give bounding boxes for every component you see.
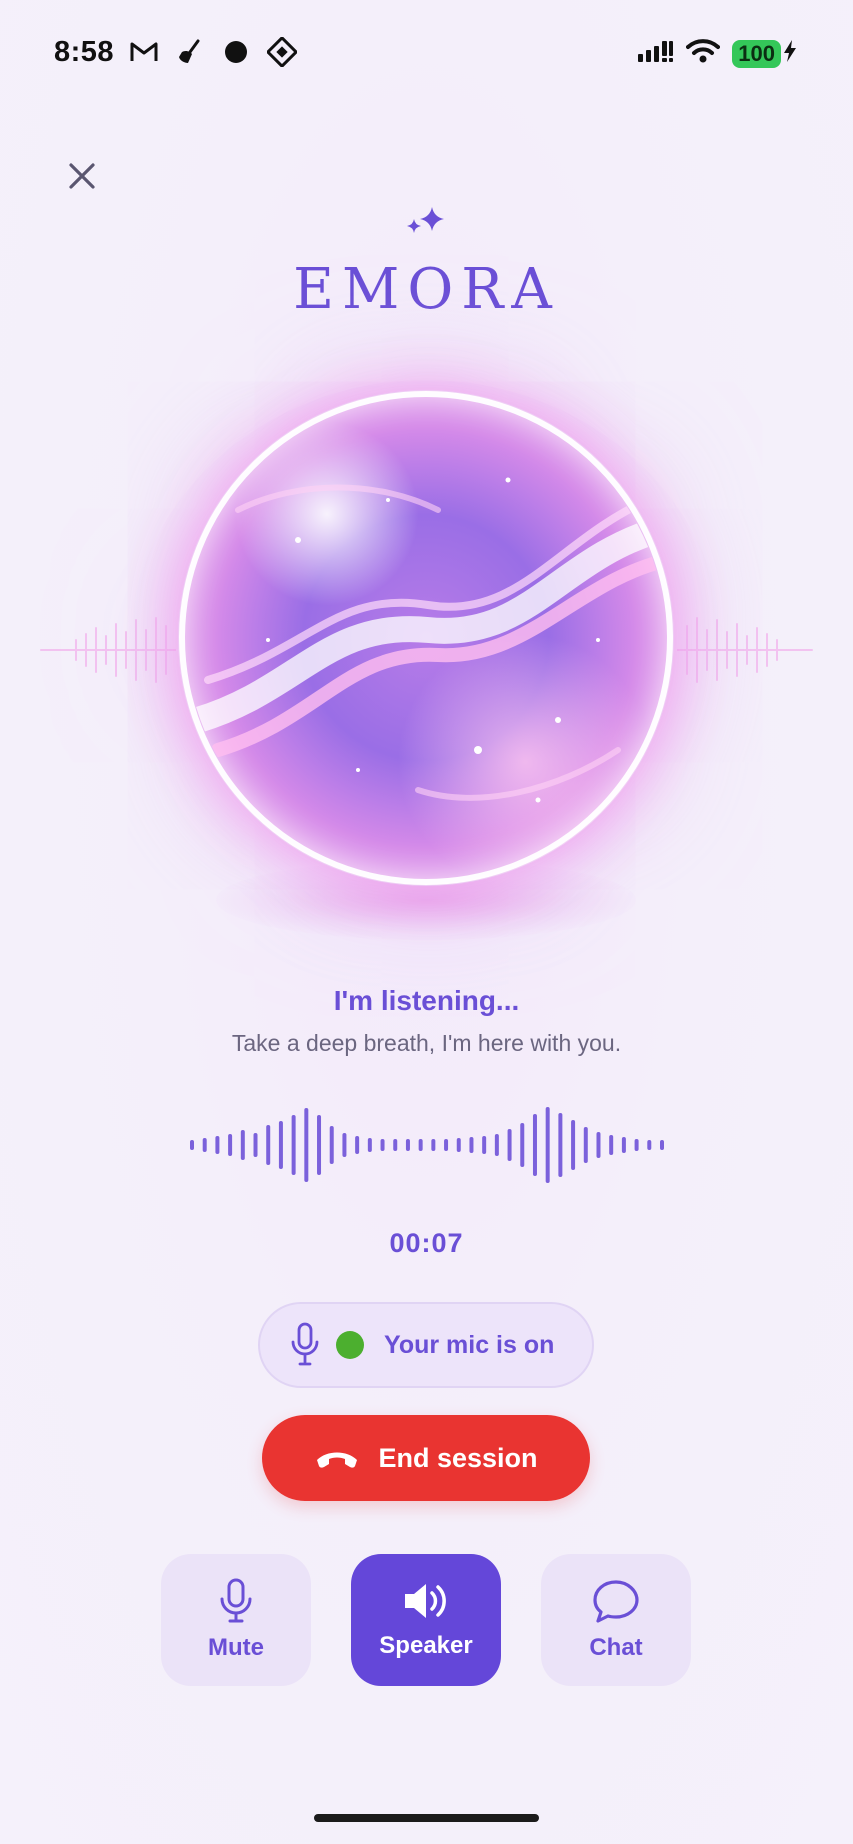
mic-icon	[220, 1578, 252, 1623]
charging-icon	[783, 39, 797, 68]
speaker-label: Speaker	[379, 1632, 473, 1659]
speaker-button[interactable]: Speaker	[351, 1554, 501, 1686]
session-timer: 00:07	[389, 1228, 464, 1258]
battery-level: 100	[738, 40, 775, 66]
broom-icon	[174, 36, 206, 68]
status-bar: 8:58 100	[0, 0, 853, 105]
close-button[interactable]	[62, 156, 102, 196]
listening-title: I'm listening...	[333, 985, 520, 1016]
wifi-icon	[686, 38, 721, 69]
mic-on-indicator	[336, 1331, 364, 1359]
listening-subtitle: Take a deep breath, I'm here with you.	[231, 1030, 622, 1056]
signal-icon	[638, 39, 674, 68]
system-status: 100	[638, 38, 797, 69]
hang-up-icon	[317, 1452, 358, 1468]
chat-bubble-icon	[593, 1580, 639, 1623]
mic-icon	[291, 1322, 319, 1366]
voice-session-screen: 8:58 100 EMORA I'm listening... Take a d…	[0, 0, 853, 1844]
chat-label: Chat	[589, 1634, 643, 1661]
end-session-button[interactable]: End session	[262, 1415, 590, 1501]
mic-status-label: Your mic is on	[384, 1330, 555, 1359]
orb-swirl	[179, 391, 673, 885]
dot-icon	[220, 36, 252, 68]
notification-icons	[128, 36, 298, 68]
mic-status-pill: Your mic is on	[258, 1302, 594, 1388]
sparkles-icon	[407, 207, 444, 233]
logo-text: EMORA	[293, 257, 560, 322]
battery-icon: 100	[732, 39, 781, 68]
right-sound-wave	[677, 617, 813, 683]
left-sound-wave	[40, 617, 176, 683]
gmail-icon	[128, 36, 160, 68]
tidal-icon	[266, 36, 298, 68]
close-icon	[69, 163, 95, 189]
mute-label: Mute	[208, 1634, 264, 1661]
status-time: 8:58	[54, 36, 115, 68]
home-indicator[interactable]	[314, 1814, 539, 1822]
mute-button[interactable]: Mute	[161, 1554, 311, 1686]
speaker-icon	[405, 1584, 446, 1618]
voice-orb	[0, 360, 853, 960]
voice-waveform	[190, 1107, 664, 1183]
end-session-label: End session	[378, 1442, 538, 1473]
session-actions: Mute Speaker Chat	[161, 1554, 691, 1686]
chat-button[interactable]: Chat	[541, 1554, 691, 1686]
